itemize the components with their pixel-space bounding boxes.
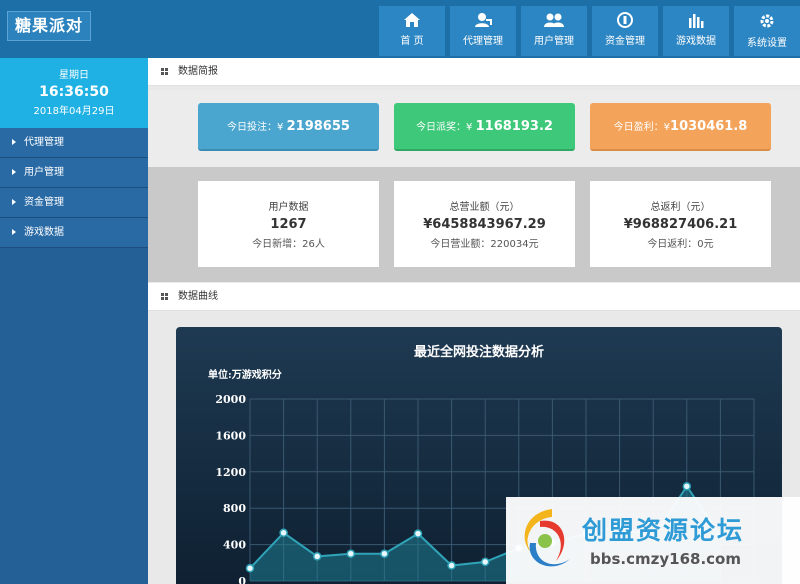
caret-right-icon: [12, 229, 16, 235]
card-sub: 今日营业额：220034元: [430, 239, 539, 250]
nav-user-management[interactable]: 用户管理: [521, 6, 587, 56]
card-title: 总营业额（元）: [449, 202, 520, 213]
caret-right-icon: [12, 139, 16, 145]
total-rebate-card: 总返利（元） ¥968827406.21 今日返利：0元: [590, 181, 771, 267]
sidebar-item-label: 用户管理: [24, 167, 64, 178]
card-value: ¥6458843967.29: [423, 217, 546, 232]
sidebar-item-label: 游戏数据: [24, 227, 64, 238]
today-payout-box: 今日派奖：¥ 1168193.2: [394, 103, 575, 151]
stats-cards-band: 用户数据 1267 今日新增：26人 总营业额（元） ¥6458843967.2…: [148, 167, 800, 282]
section-title: 数据简报: [178, 66, 218, 77]
watermark: 创盟资源论坛 bbs.cmzy168.com: [506, 497, 800, 584]
user-data-card: 用户数据 1267 今日新增：26人: [198, 181, 379, 267]
chart-section-header: 数据曲线: [148, 283, 800, 311]
y-tick-label: 1600: [215, 429, 246, 442]
nav-label: 资金管理: [605, 36, 645, 47]
card-title: 总返利（元）: [650, 202, 711, 213]
watermark-logo-icon: [524, 509, 570, 567]
card-value: ¥968827406.21: [623, 217, 738, 232]
y-tick-label: 0: [238, 575, 246, 584]
nav-game-data[interactable]: 游戏数据: [663, 6, 729, 56]
nav-label: 游戏数据: [676, 36, 716, 47]
today-payout-label: 今日派奖：¥: [416, 122, 473, 133]
nav-label: 系统设置: [747, 38, 787, 49]
clock-time: 16:36:50: [39, 84, 109, 100]
sidebar-item-fund-management[interactable]: 资金管理: [0, 188, 148, 218]
card-sub: 今日新增：26人: [252, 239, 325, 250]
nav-system-settings[interactable]: 系统设置: [734, 6, 800, 56]
today-bet-label: 今日投注：¥: [227, 122, 284, 133]
card-title: 用户数据: [268, 202, 309, 213]
watermark-text: 创盟资源论坛: [582, 516, 745, 545]
top-nav: 首 页 代理管理 用户管理 资金管理 游戏数据 系统设置: [379, 0, 800, 56]
home-icon: [404, 13, 420, 27]
data-point: [480, 557, 490, 567]
card-value: 1267: [270, 217, 307, 232]
today-profit-value: 1030461.8: [670, 119, 748, 134]
y-tick-label: 400: [223, 539, 246, 552]
nav-label: 用户管理: [534, 36, 574, 47]
y-tick-label: 1200: [215, 466, 246, 479]
gear-icon: [760, 14, 774, 28]
total-revenue-card: 总营业额（元） ¥6458843967.29 今日营业额：220034元: [394, 181, 575, 267]
data-point: [380, 549, 389, 558]
coin-icon: [617, 12, 633, 28]
section-title: 数据曲线: [178, 291, 218, 302]
top-bar: 糖果派对 首 页 代理管理 用户管理 资金管理 游戏数据 系统设置: [0, 0, 800, 58]
caret-right-icon: [12, 199, 16, 205]
sidebar-item-label: 资金管理: [24, 197, 64, 208]
watermark-url: bbs.cmzy168.com: [590, 550, 741, 568]
caret-right-icon: [12, 169, 16, 175]
sidebar-item-game-data[interactable]: 游戏数据: [0, 218, 148, 248]
today-profit-box: 今日盈利：¥1030461.8: [590, 103, 771, 151]
users-icon: [544, 13, 564, 27]
agent-user-icon: [475, 13, 492, 27]
clock-weekday: 星期日: [59, 70, 89, 81]
today-profit-label: 今日盈利：¥: [613, 122, 671, 133]
clock-date: 2018年04月29日: [33, 106, 115, 117]
data-point: [413, 529, 423, 538]
sidebar-item-agent-management[interactable]: 代理管理: [0, 128, 148, 158]
data-point: [245, 564, 255, 573]
grid-icon: [161, 67, 168, 75]
today-payout-value: 1168193.2: [475, 119, 553, 134]
data-point: [279, 528, 288, 538]
nav-fund-management[interactable]: 资金管理: [592, 6, 658, 56]
bar-chart-icon: [689, 14, 704, 28]
sidebar-item-label: 代理管理: [24, 137, 64, 148]
grid-icon: [161, 292, 168, 300]
data-point: [312, 552, 322, 561]
summary-band: 今日投注：¥ 2198655 今日派奖：¥ 1168193.2 今日盈利：¥10…: [148, 90, 800, 167]
card-sub: 今日返利：0元: [647, 239, 714, 250]
y-tick-label: 2000: [215, 393, 246, 406]
data-point: [682, 482, 692, 491]
nav-label: 代理管理: [463, 36, 503, 47]
data-point: [346, 549, 356, 558]
sidebar: 星期日 16:36:50 2018年04月29日 代理管理 用户管理 资金管理 …: [0, 58, 148, 584]
data-point: [447, 561, 456, 570]
sidebar-item-user-management[interactable]: 用户管理: [0, 158, 148, 188]
app-logo[interactable]: 糖果派对: [7, 11, 91, 41]
today-bet-box: 今日投注：¥ 2198655: [198, 103, 379, 151]
today-bet-value: 2198655: [286, 119, 350, 134]
summary-section-header: 数据简报: [148, 58, 800, 86]
clock-panel: 星期日 16:36:50 2018年04月29日: [0, 58, 148, 128]
y-tick-label: 800: [223, 502, 246, 515]
nav-label: 首 页: [400, 36, 424, 47]
nav-agent-management[interactable]: 代理管理: [450, 6, 516, 56]
nav-home[interactable]: 首 页: [379, 6, 445, 56]
